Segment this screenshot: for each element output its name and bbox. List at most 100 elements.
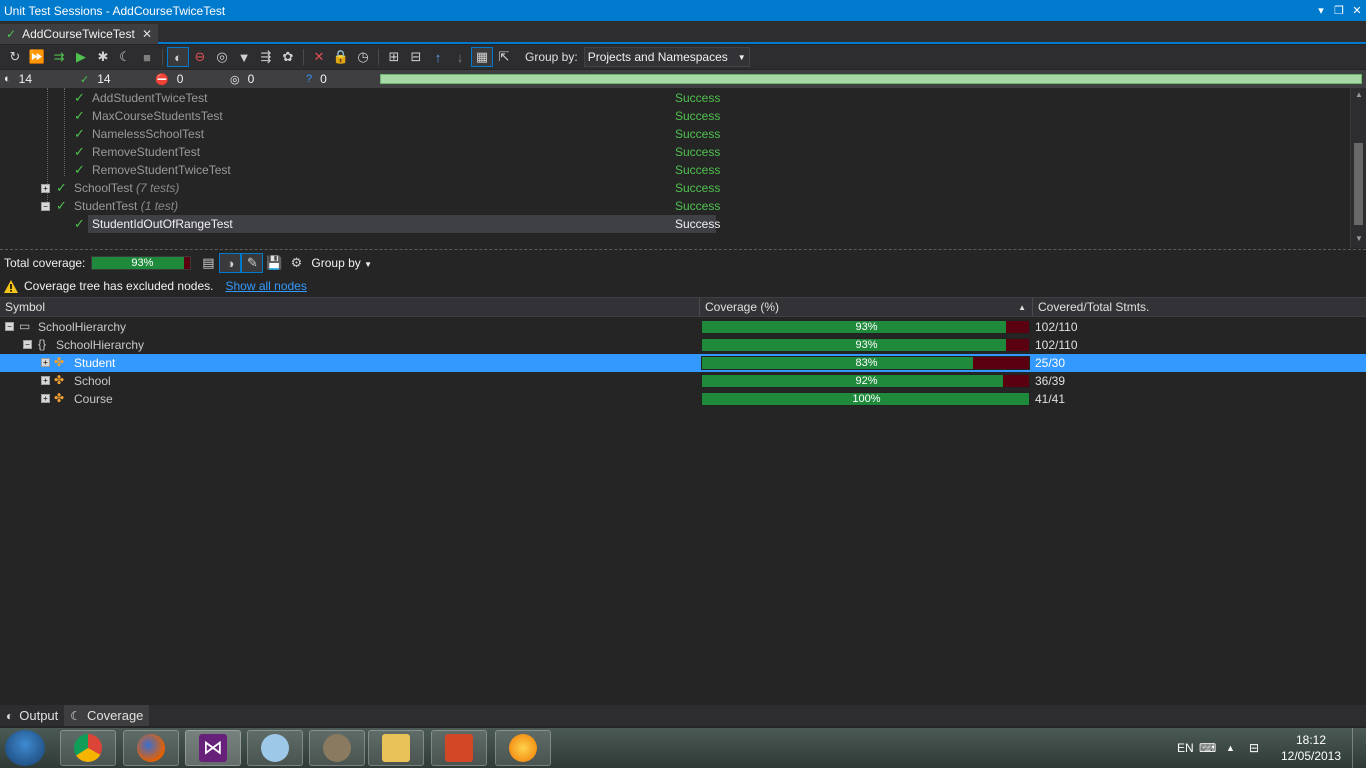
network-icon[interactable]: ⊟: [1249, 728, 1259, 768]
group-by-button[interactable]: Group by ▼: [311, 256, 372, 270]
dropdown-icon[interactable]: ▾: [1312, 4, 1330, 17]
clock-icon[interactable]: ◷: [352, 47, 374, 67]
failed-count[interactable]: ⛔ 0: [155, 70, 183, 88]
taskbar-firefox[interactable]: [123, 730, 179, 766]
splitter[interactable]: [0, 249, 1366, 252]
coverage-row[interactable]: + ✤ Course 100% 41/41: [0, 390, 1366, 408]
coverage-row-selected[interactable]: + ✤ Student 83% 25/30: [0, 354, 1366, 372]
expand-icon[interactable]: +: [41, 376, 50, 385]
taskbar-chrome[interactable]: [60, 730, 116, 766]
vertical-scrollbar[interactable]: ▲ ▼: [1350, 88, 1366, 248]
check-icon: ✓: [74, 108, 85, 123]
test-row-selected[interactable]: StudentIdOutOfRangeTest Success: [88, 215, 720, 233]
show-failed-icon[interactable]: ⊖: [189, 47, 211, 67]
tab-addcoursetwicetest[interactable]: ✓ AddCourseTwiceTest ✕: [0, 24, 158, 44]
highlight-icon[interactable]: ◑: [219, 253, 242, 273]
taskbar-app-orange[interactable]: [495, 730, 551, 766]
scroll-thumb[interactable]: [1354, 143, 1363, 225]
lock-icon[interactable]: 🔒: [330, 47, 352, 67]
coverage-row[interactable]: + ✤ School 92% 36/39: [0, 372, 1366, 390]
layout-icon[interactable]: ▦: [471, 47, 493, 67]
keyboard-icon[interactable]: ⌨: [1199, 728, 1216, 768]
remove-icon[interactable]: ✕: [308, 47, 330, 67]
column-coverage[interactable]: Coverage (%) ▲: [700, 298, 1033, 316]
orange-app-icon: [509, 734, 537, 762]
window-title: Unit Test Sessions - AddCourseTwiceTest: [4, 3, 226, 18]
total-value: 14: [18, 72, 33, 86]
run-selected-icon[interactable]: ⇉: [48, 47, 70, 67]
passed-count[interactable]: ✓ 14: [80, 70, 111, 88]
tray-expand-icon[interactable]: ▲: [1226, 728, 1235, 768]
covered-stmts: 102/110: [1035, 338, 1078, 352]
column-symbol[interactable]: Symbol: [0, 298, 700, 316]
test-group-row[interactable]: − ✓ StudentTest (1 test) Success: [0, 197, 720, 215]
ignored-count[interactable]: ◎ 0: [230, 70, 254, 88]
taskbar-app[interactable]: [247, 730, 303, 766]
app-icon: [261, 734, 289, 762]
check-icon: ✓: [6, 27, 17, 41]
edit-icon[interactable]: ✎: [241, 253, 264, 273]
test-name: StudentIdOutOfRangeTest: [92, 217, 233, 231]
scroll-up-icon[interactable]: ▲: [1351, 90, 1366, 99]
test-row[interactable]: ✓ MaxCourseStudentsTest Success: [0, 107, 720, 125]
previous-icon[interactable]: ↑: [427, 47, 449, 67]
title-bar: Unit Test Sessions - AddCourseTwiceTest …: [0, 0, 1366, 21]
run-all-icon[interactable]: ⏩: [26, 47, 48, 67]
expand-all-icon[interactable]: ⊞: [383, 47, 405, 67]
language-indicator[interactable]: EN: [1177, 728, 1194, 768]
start-button[interactable]: [5, 730, 45, 766]
statistics-icon[interactable]: ▤: [197, 253, 219, 273]
clock-time: 18:12: [1295, 733, 1327, 747]
paw-icon[interactable]: ✿: [277, 47, 299, 67]
collapse-icon[interactable]: −: [5, 322, 14, 331]
scroll-down-icon[interactable]: ▼: [1351, 234, 1366, 243]
test-result: Success: [675, 127, 721, 141]
taskbar-visual-studio[interactable]: ⋈: [185, 730, 241, 766]
collapse-all-icon[interactable]: ⊟: [405, 47, 427, 67]
close-icon[interactable]: ✕: [1348, 4, 1366, 17]
show-passed-icon[interactable]: ◐: [167, 47, 189, 67]
save-icon[interactable]: 💾: [263, 253, 285, 273]
test-group-row[interactable]: + ✓ SchoolTest (7 tests) Success: [0, 179, 720, 197]
show-desktop-button[interactable]: [1352, 728, 1366, 768]
expand-icon[interactable]: +: [41, 358, 50, 367]
snapshot-icon[interactable]: ⚙: [285, 253, 307, 273]
group-by-select[interactable]: Projects and Namespaces ▼: [583, 47, 750, 67]
tab-output[interactable]: ◐ Output: [0, 705, 64, 726]
show-all-nodes-link[interactable]: Show all nodes: [225, 279, 306, 293]
next-icon[interactable]: ↓: [449, 47, 471, 67]
debug-icon[interactable]: ✱: [92, 47, 114, 67]
test-row[interactable]: ✓ NamelessSchoolTest Success: [0, 125, 720, 143]
tree-options-icon[interactable]: ⇶: [255, 47, 277, 67]
expand-icon[interactable]: +: [41, 184, 50, 193]
taskbar-explorer[interactable]: [368, 730, 424, 766]
visual-studio-icon: ⋈: [199, 734, 227, 762]
total-count[interactable]: ◐ 14: [4, 70, 32, 88]
collapse-icon[interactable]: −: [41, 202, 50, 211]
restore-icon[interactable]: ❐: [1330, 4, 1348, 17]
test-row[interactable]: ✓ RemoveStudentTest Success: [0, 143, 720, 161]
unknown-count[interactable]: ? 0: [306, 70, 327, 88]
taskbar-powerpoint[interactable]: [431, 730, 487, 766]
test-row[interactable]: ✓ RemoveStudentTwiceTest Success: [0, 161, 720, 179]
stop-icon[interactable]: ■: [136, 47, 158, 67]
test-row[interactable]: ✓ AddStudentTwiceTest Success: [0, 89, 720, 107]
cover-icon[interactable]: ☾: [114, 47, 136, 67]
run-icon[interactable]: ▶: [70, 47, 92, 67]
collapse-icon[interactable]: −: [23, 340, 32, 349]
clock[interactable]: 18:12 12/05/2013: [1276, 732, 1346, 764]
class-icon: ✤: [54, 373, 65, 387]
separator: [378, 49, 379, 65]
close-tab-icon[interactable]: ✕: [142, 27, 152, 41]
refresh-icon[interactable]: ↻: [4, 47, 26, 67]
tab-coverage[interactable]: ☾ Coverage: [64, 705, 150, 726]
column-stmts[interactable]: Covered/Total Stmts.: [1033, 298, 1366, 316]
coverage-row[interactable]: − ▭ SchoolHierarchy 93% 102/110: [0, 318, 1366, 336]
test-count: (1 test): [140, 199, 179, 213]
filter-icon[interactable]: ▼: [233, 47, 255, 67]
coverage-row[interactable]: − {} SchoolHierarchy 93% 102/110: [0, 336, 1366, 354]
export-icon[interactable]: ⇱: [493, 47, 515, 67]
expand-icon[interactable]: +: [41, 394, 50, 403]
taskbar-gimp[interactable]: [309, 730, 365, 766]
show-ignored-icon[interactable]: ◎: [211, 47, 233, 67]
